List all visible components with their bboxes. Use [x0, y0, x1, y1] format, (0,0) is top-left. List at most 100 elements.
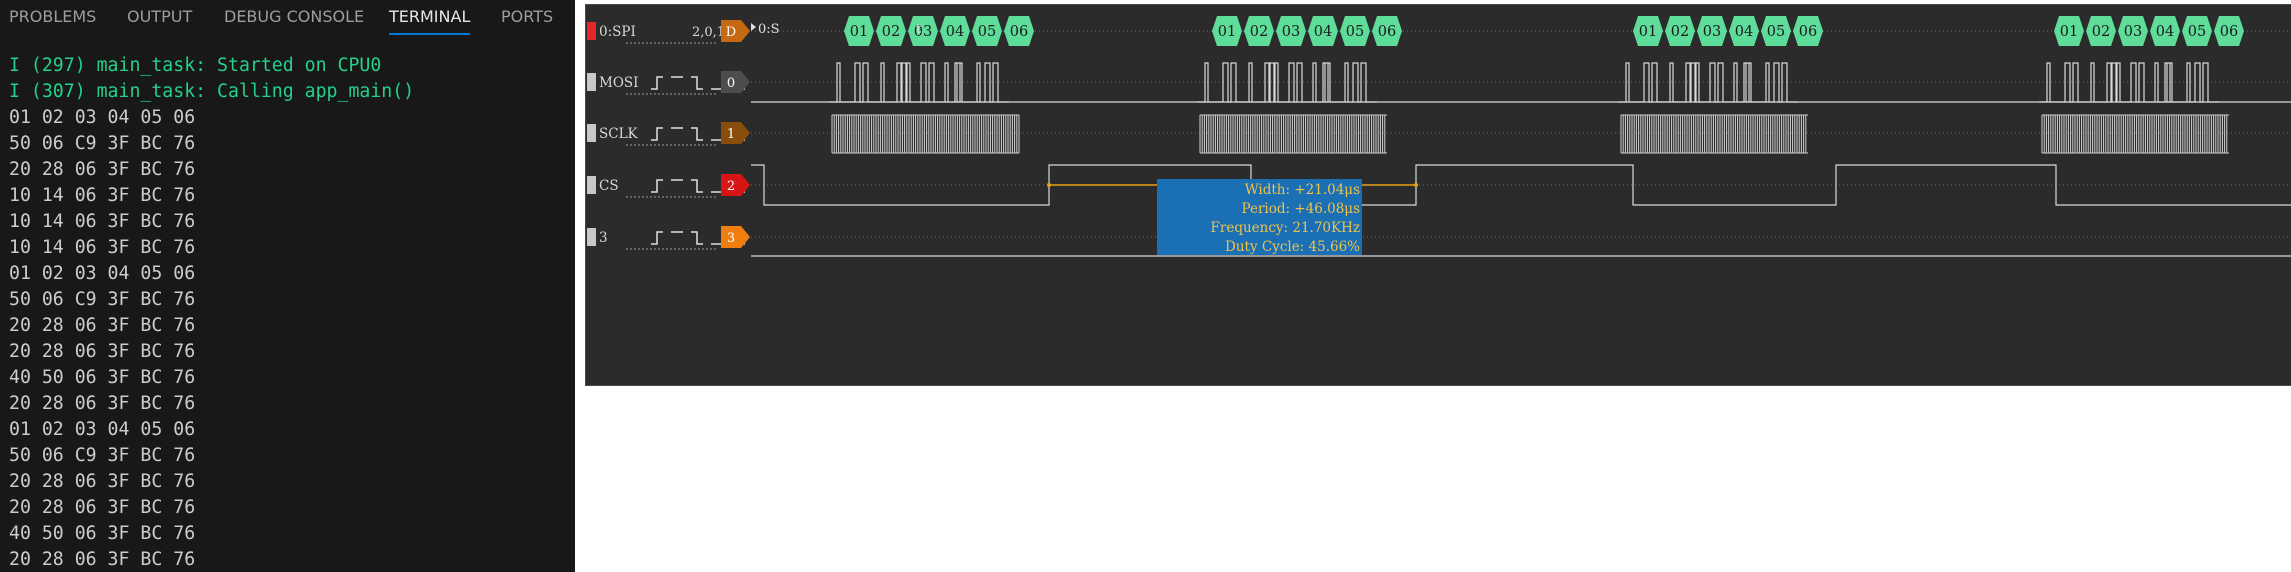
terminal-line: 20 28 06 3F BC 76 — [9, 341, 196, 362]
channel-tag-label: D — [726, 25, 736, 40]
terminal-line: 20 28 06 3F BC 76 — [9, 159, 196, 180]
decoded-byte-label: 05 — [1346, 24, 1364, 40]
terminal-output[interactable]: I (297) main_task: Started on CPU0 I (307… — [9, 53, 569, 572]
decoder-header-tail: t — [916, 22, 922, 37]
sclk-burst — [1199, 115, 1386, 153]
terminal-line: 10 14 06 3F BC 76 — [9, 237, 196, 258]
decoded-byte-label: 02 — [1671, 24, 1689, 40]
decoded-byte-label: 04 — [946, 24, 964, 40]
sclk-burst — [1620, 115, 1807, 153]
terminal-line: I (297) main_task: Started on CPU0 — [9, 55, 382, 76]
terminal-line: 20 28 06 3F BC 76 — [9, 393, 196, 414]
terminal-line: 10 14 06 3F BC 76 — [9, 211, 196, 232]
channel-tag[interactable] — [721, 174, 750, 196]
decoded-byte-label: 05 — [978, 24, 996, 40]
channel-tag-label: 3 — [727, 231, 735, 246]
vscode-panel: PROBLEMS OUTPUT DEBUG CONSOLE TERMINAL PORTS… — [0, 0, 575, 572]
terminal-line: 50 06 C9 3F BC 76 — [9, 445, 196, 466]
channel-color-marker[interactable] — [587, 176, 596, 194]
decoded-byte-label: 04 — [1735, 24, 1753, 40]
decoded-byte-label: 05 — [1767, 24, 1785, 40]
terminal-line: 40 50 06 3F BC 76 — [9, 523, 196, 544]
decoded-byte-label: 02 — [882, 24, 900, 40]
terminal-line: 20 28 06 3F BC 76 — [9, 471, 196, 492]
rising-edge-icon[interactable] — [651, 179, 663, 193]
decoded-byte-label: 01 — [850, 24, 868, 40]
tab-label: TERMINAL — [389, 7, 471, 26]
falling-edge-icon[interactable] — [691, 179, 703, 193]
terminal-line: 01 02 03 04 05 06 — [9, 419, 196, 440]
measurement-duty: Duty Cycle: 45.66% — [1225, 239, 1360, 255]
rising-edge-icon[interactable] — [651, 127, 663, 141]
decoded-byte-label: 02 — [2092, 24, 2110, 40]
rising-edge-icon[interactable] — [651, 76, 663, 90]
measurement-width: Width: +21.04μs — [1245, 182, 1360, 198]
tab-output[interactable]: OUTPUT — [127, 7, 192, 26]
decoded-byte-label: 04 — [1314, 24, 1332, 40]
tab-problems[interactable]: PROBLEMS — [9, 7, 96, 26]
logic-analyzer-view[interactable]: 01 02 03 04 05 06 01 02 03 04 05 06 01 02 03 04 05 06 01 02… — [585, 4, 2291, 386]
decoded-byte-label: 06 — [1010, 24, 1028, 40]
falling-edge-icon[interactable] — [691, 76, 703, 90]
decoded-byte-label: 01 — [1639, 24, 1657, 40]
sclk-burst-edges — [2042, 114, 2229, 154]
terminal-line: 10 14 06 3F BC 76 — [9, 185, 196, 206]
falling-edge-icon[interactable] — [691, 231, 703, 245]
channel-name[interactable]: SCLK — [599, 126, 639, 142]
waveform-canvas[interactable]: 01 02 03 04 05 06 01 02 03 04 05 06 01 02 03 04 05 06 01 02… — [586, 5, 2291, 386]
terminal-line: 40 50 06 3F BC 76 — [9, 367, 196, 388]
channel-color-marker[interactable] — [587, 73, 596, 91]
decoder-header: 0:S — [758, 22, 780, 37]
terminal-line: 50 06 C9 3F BC 76 — [9, 133, 196, 154]
decoded-byte-label: 06 — [1378, 24, 1396, 40]
channel-name[interactable]: CS — [599, 178, 619, 194]
channel-tag[interactable] — [721, 122, 750, 144]
decoded-byte-label: 03 — [1703, 24, 1721, 40]
cursor-arrow-icon — [751, 23, 756, 31]
decoded-byte-label: 01 — [2060, 24, 2078, 40]
panel-divider — [575, 0, 585, 572]
decoded-byte-label: 03 — [1282, 24, 1300, 40]
channel-name[interactable]: MOSI — [599, 75, 638, 91]
sclk-burst — [831, 115, 1020, 153]
decoded-byte-label: 05 — [2188, 24, 2206, 40]
terminal-line: 20 28 06 3F BC 76 — [9, 315, 196, 336]
channel-color-marker[interactable] — [587, 228, 596, 246]
decoded-byte-label: 01 — [1218, 24, 1236, 40]
active-tab-underline — [389, 33, 471, 35]
tab-label: PORTS — [501, 7, 554, 26]
measurement-frequency: Frequency: 21.70KHz — [1211, 220, 1360, 236]
tab-label: PROBLEMS — [9, 7, 97, 26]
tab-label: OUTPUT — [127, 7, 193, 26]
terminal-line: 20 28 06 3F BC 76 — [9, 549, 196, 570]
tab-ports[interactable]: PORTS — [501, 7, 553, 26]
terminal-line: 01 02 03 04 05 06 — [9, 107, 196, 128]
cursor-end-marker — [1414, 183, 1418, 187]
decoded-byte-label: 03 — [2124, 24, 2142, 40]
sclk-burst-edges — [1621, 114, 1808, 154]
channel-tag-label: 1 — [727, 127, 735, 142]
sclk-burst-edges — [1200, 114, 1387, 154]
falling-edge-icon[interactable] — [691, 127, 703, 141]
channel-name[interactable]: 0:SPI — [599, 24, 636, 40]
channel-tag[interactable] — [721, 226, 750, 248]
channel-name[interactable]: 3 — [599, 230, 608, 246]
rising-edge-icon[interactable] — [651, 231, 663, 245]
tab-terminal[interactable]: TERMINAL — [389, 7, 471, 35]
channel-color-marker[interactable] — [587, 124, 596, 142]
decoded-byte-label: 06 — [1799, 24, 1817, 40]
channel-color-marker[interactable] — [587, 22, 596, 40]
terminal-line: 50 06 C9 3F BC 76 — [9, 289, 196, 310]
channel-tag[interactable] — [721, 71, 750, 93]
cursor-start-marker — [1047, 183, 1051, 187]
terminal-line: 01 02 03 04 05 06 — [9, 263, 196, 284]
decoded-byte-label: 02 — [1250, 24, 1268, 40]
tab-label: DEBUG CONSOLE — [224, 7, 365, 26]
measurement-period: Period: +46.08μs — [1241, 201, 1360, 217]
channel-tag-label: 2 — [727, 179, 735, 194]
decoder-config: 2,0,1 — [692, 25, 725, 40]
terminal-line: 20 28 06 3F BC 76 — [9, 497, 196, 518]
panel-tab-bar: PROBLEMS OUTPUT DEBUG CONSOLE TERMINAL PORTS — [0, 0, 575, 40]
decoded-byte-label: 06 — [2220, 24, 2238, 40]
tab-debug-console[interactable]: DEBUG CONSOLE — [224, 7, 364, 26]
